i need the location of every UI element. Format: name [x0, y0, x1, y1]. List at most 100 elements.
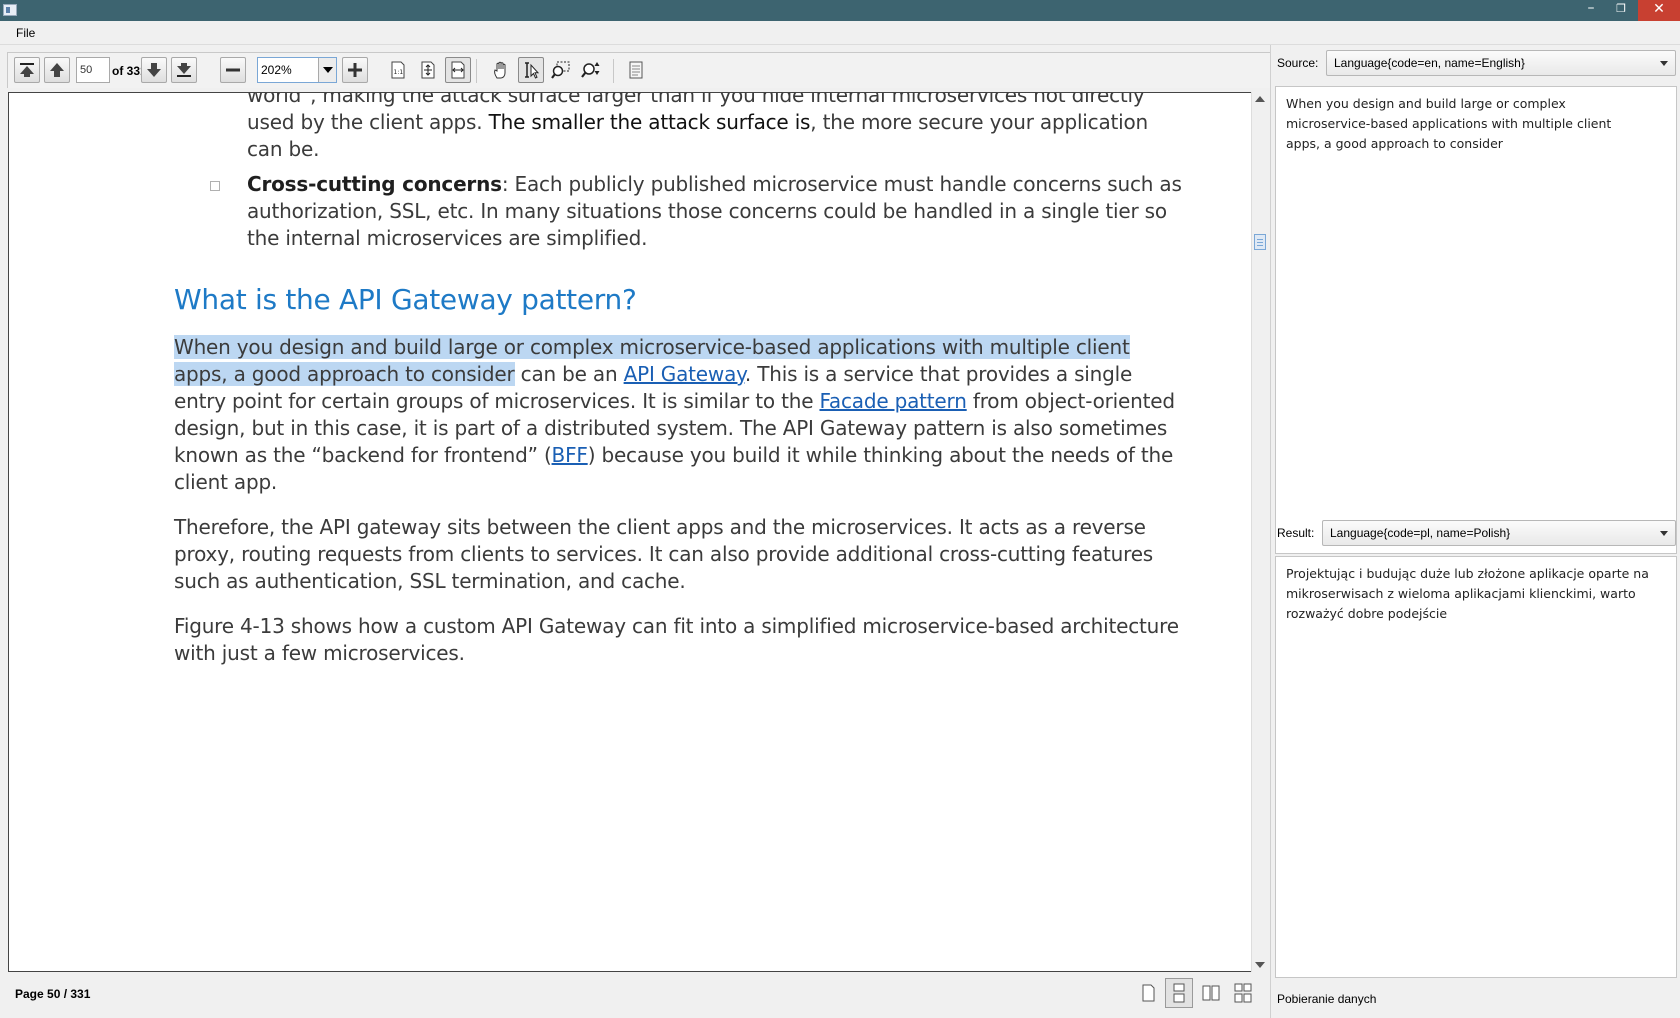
dynamic-zoom-button[interactable]: [578, 57, 604, 83]
minus-icon: [226, 68, 240, 72]
bullet-bold-term: Cross-cutting concerns: [247, 172, 502, 196]
source-text-area[interactable]: When you design and build large or compl…: [1275, 86, 1677, 554]
first-page-button[interactable]: [14, 57, 40, 83]
facing-continuous-icon: [1234, 983, 1252, 1003]
source-language-select[interactable]: Language{code=en, name=English}: [1326, 50, 1676, 76]
last-page-icon: [177, 63, 191, 77]
viewer-status-bar: Page 50 / 331: [0, 975, 1270, 1018]
last-page-button[interactable]: [171, 57, 197, 83]
marquee-zoom-button[interactable]: [548, 57, 574, 83]
doc-line: apps, a good approach to consider can be…: [174, 361, 1132, 388]
app-icon: [3, 4, 17, 16]
svg-text:1:1: 1:1: [394, 69, 404, 76]
document-icon: [629, 61, 643, 79]
fit-page-icon: [421, 61, 435, 79]
doc-line: world", making the attack surface larger…: [247, 92, 1145, 107]
doc-line: Figure 4-13 shows how a custom API Gatew…: [174, 614, 1179, 638]
doc-line: Cross-cutting concerns: Each publicly pu…: [247, 171, 1182, 198]
scroll-up-icon[interactable]: [1255, 96, 1265, 102]
scroll-down-icon[interactable]: [1255, 962, 1265, 968]
doc-line: design, but in this case, it is part of …: [174, 416, 1168, 440]
fit-width-button[interactable]: [445, 57, 471, 83]
selected-text[interactable]: When you design and build large or compl…: [174, 335, 1130, 359]
arrow-up-icon: [50, 63, 64, 77]
doc-text-span: ) because you build it while thinking ab…: [587, 443, 1174, 467]
api-gateway-link[interactable]: API Gateway: [624, 362, 745, 386]
result-language-select[interactable]: Language{code=pl, name=Polish}: [1322, 520, 1676, 546]
zoom-updown-icon: [581, 62, 600, 78]
doc-text-span: . This is a service that provides a sing…: [744, 362, 1133, 386]
scrollbar-thumb[interactable]: [1254, 234, 1266, 250]
doc-line: used by the client apps. The smaller the…: [247, 109, 1148, 136]
facing-continuous-view-button[interactable]: [1229, 978, 1257, 1008]
single-page-view-button[interactable]: [1134, 978, 1162, 1008]
page-number-input[interactable]: 50: [76, 57, 110, 83]
facade-pattern-link[interactable]: Facade pattern: [819, 389, 966, 413]
actual-size-button[interactable]: 1:1: [385, 57, 411, 83]
doc-line: Therefore, the API gateway sits between …: [174, 515, 1146, 539]
doc-line: client app.: [174, 470, 278, 494]
doc-text-span: : Each publicly published microservice m…: [501, 172, 1182, 196]
first-page-icon: [20, 63, 34, 77]
doc-text-span: known as the “backend for frontend” (: [174, 443, 552, 467]
maximize-button[interactable]: ❐: [1606, 0, 1636, 21]
zoom-combo[interactable]: 202%: [257, 57, 337, 83]
text-cursor-icon: [525, 62, 540, 79]
toolbar-separator: [613, 59, 614, 83]
bff-link[interactable]: BFF: [552, 443, 588, 467]
single-page-icon: [1142, 984, 1155, 1002]
panel-status-text: Pobieranie danych: [1277, 992, 1377, 1006]
result-label: Result:: [1277, 526, 1315, 540]
continuous-view-button[interactable]: [1165, 978, 1193, 1008]
arrow-down-icon: [147, 63, 161, 77]
menu-file[interactable]: File: [16, 26, 35, 40]
doc-line: with just a few microservices.: [174, 641, 465, 665]
plus-icon: [348, 63, 362, 77]
doc-line: such as authentication, SSL termination,…: [174, 569, 686, 593]
viewer-toolbar: 50 of 331 202% 1:1: [7, 52, 1271, 88]
selected-text[interactable]: apps, a good approach to consider: [174, 362, 515, 386]
doc-text-span: , the more secure your application: [810, 110, 1149, 134]
doc-text-span: entry point for certain groups of micros…: [174, 389, 820, 413]
zoom-in-button[interactable]: [342, 57, 368, 83]
document-properties-button[interactable]: [623, 57, 649, 83]
doc-line: entry point for certain groups of micros…: [174, 388, 1175, 415]
hand-tool-button[interactable]: [488, 57, 514, 83]
bullet-square-icon: [210, 181, 220, 191]
doc-line: the internal microservices are simplifie…: [247, 226, 648, 250]
zoom-dropdown-arrow[interactable]: [318, 58, 336, 82]
doc-line: proxy, routing requests from clients to …: [174, 542, 1154, 566]
zoom-value: 202%: [261, 63, 292, 77]
doc-text-span: can be an: [514, 362, 624, 386]
result-text-area[interactable]: Projektując i budując duże lub złożone a…: [1275, 556, 1677, 978]
hand-icon: [494, 61, 506, 79]
translation-panel: Source: Language{code=en, name=English} …: [1270, 45, 1680, 1018]
section-heading: What is the API Gateway pattern?: [174, 283, 637, 316]
source-label: Source:: [1277, 56, 1319, 70]
continuous-page-icon: [1173, 983, 1185, 1003]
vertical-scrollbar[interactable]: [1251, 92, 1267, 972]
actual-size-icon: 1:1: [391, 61, 405, 79]
marquee-zoom-icon: [551, 61, 570, 79]
previous-page-button[interactable]: [44, 57, 70, 83]
close-button[interactable]: ✕: [1638, 0, 1680, 21]
fit-width-icon: [451, 61, 465, 79]
document-viewport[interactable]: world", making the attack surface larger…: [8, 92, 1258, 972]
title-bar: – ❐ ✕: [0, 0, 1680, 21]
doc-text-span: from object-oriented: [966, 389, 1175, 413]
doc-line: authorization, SSL, etc. In many situati…: [247, 199, 1167, 223]
text-select-tool-button[interactable]: [518, 57, 544, 83]
toolbar-separator: [476, 59, 477, 83]
menu-bar: File: [0, 21, 1680, 45]
facing-pages-icon: [1202, 985, 1220, 1001]
page-status-label: Page 50 / 331: [15, 987, 91, 1001]
facing-view-button[interactable]: [1197, 978, 1225, 1008]
doc-line: When you design and build large or compl…: [174, 334, 1130, 361]
zoom-out-button[interactable]: [220, 57, 246, 83]
doc-line: can be.: [247, 137, 320, 161]
fit-page-button[interactable]: [415, 57, 441, 83]
next-page-button[interactable]: [141, 57, 167, 83]
minimize-button[interactable]: –: [1576, 0, 1606, 21]
doc-line: known as the “backend for frontend” (BFF…: [174, 442, 1173, 469]
doc-emphasis-span: The smaller the attack surface is: [488, 110, 811, 134]
